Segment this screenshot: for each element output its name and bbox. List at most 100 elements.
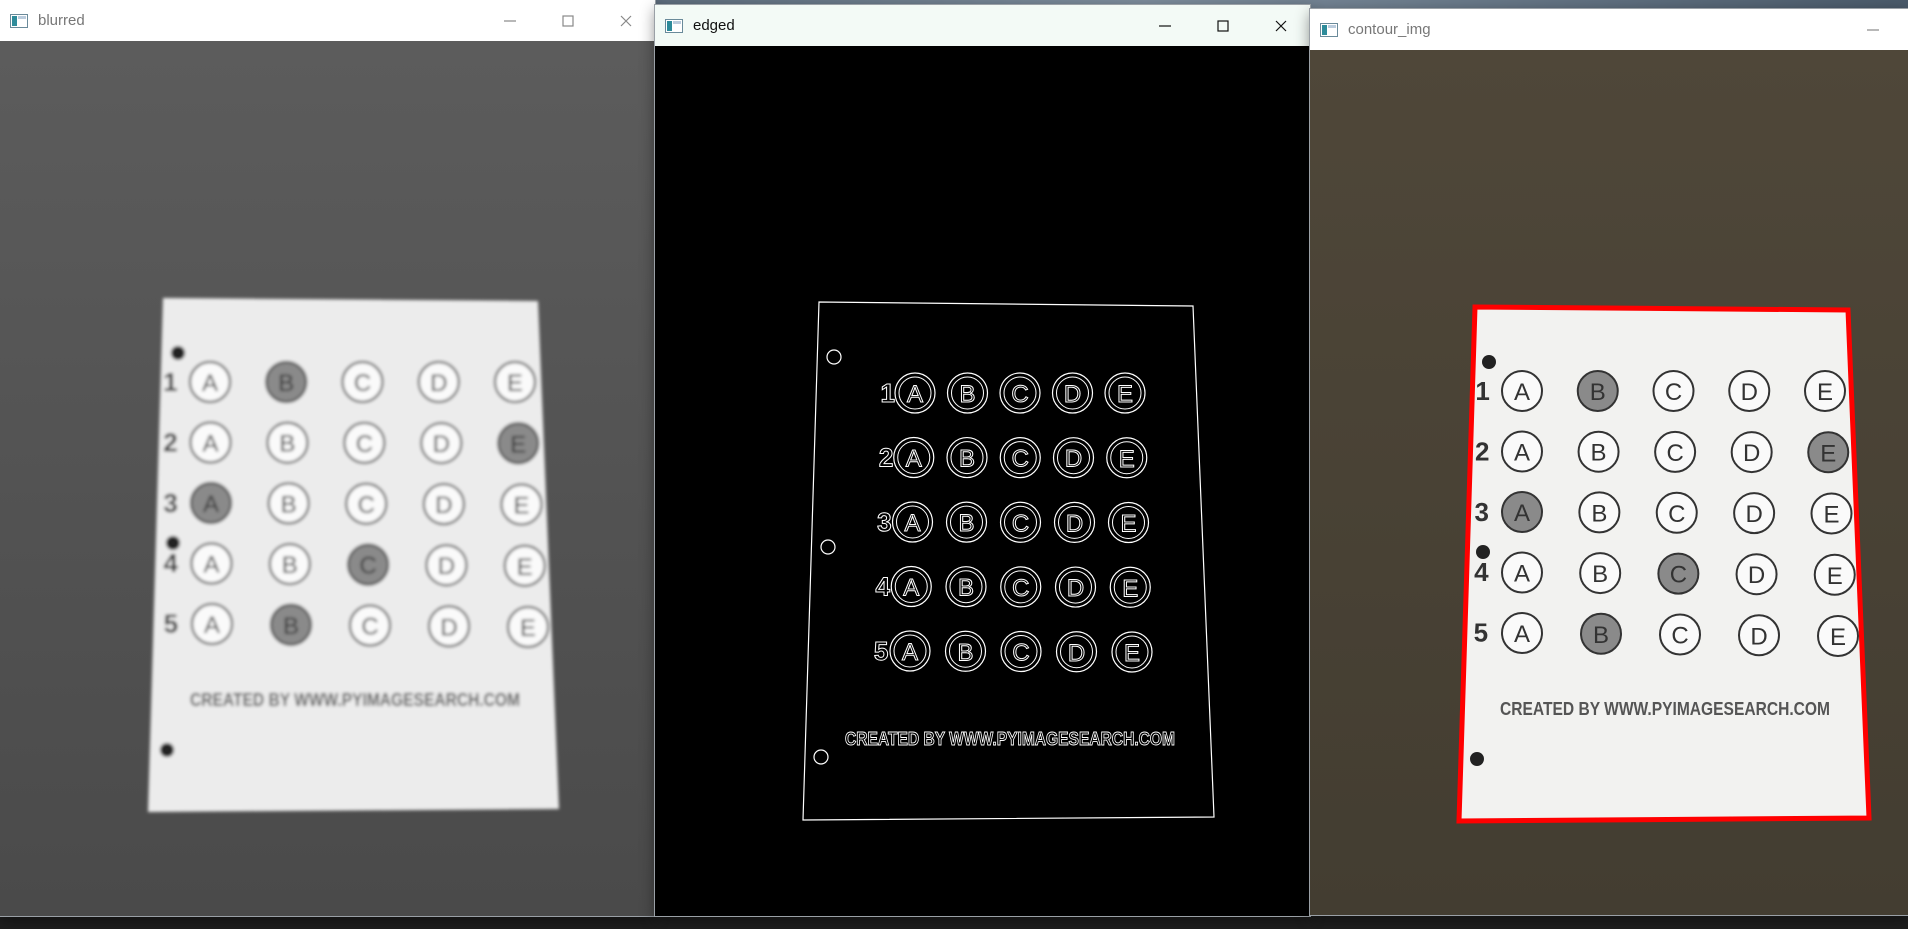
punch-hole [1470, 752, 1484, 766]
bubble-letter: B [281, 491, 297, 518]
titlebar[interactable]: edged [655, 5, 1310, 46]
row-number: 4 [876, 571, 891, 601]
row-number: 5 [1474, 618, 1488, 648]
bubble-letter: C [1012, 510, 1029, 537]
titlebar[interactable]: contour_img [1310, 9, 1908, 50]
bubble-letter: D [1068, 640, 1085, 667]
row-number: 4 [1474, 557, 1489, 587]
row-number: 4 [164, 548, 179, 578]
image-canvas-blurred: 1 A B C D E 2 A B C D E 3 A B C D E 4 A B C D E 5 A B C D E CREATED BY… [0, 41, 655, 916]
close-button[interactable] [1252, 5, 1310, 46]
bubble-letter: B [1591, 440, 1607, 467]
row-number: 3 [163, 488, 177, 518]
row-number: 5 [164, 609, 178, 639]
bubble-letter: B [959, 381, 975, 408]
row-number: 5 [874, 636, 888, 666]
minimize-button[interactable] [1136, 5, 1194, 46]
maximize-button[interactable] [1194, 5, 1252, 46]
bubble-letter: E [507, 370, 523, 397]
bubble-letter: B [1592, 561, 1608, 588]
bubble-letter: E [513, 493, 529, 520]
edged-background [655, 46, 1310, 916]
bubble-letter: C [1670, 562, 1687, 589]
minimize-icon [1159, 24, 1171, 27]
maximize-icon [562, 14, 574, 27]
bubble-letter: A [1514, 440, 1530, 467]
bubble-letter: C [1666, 440, 1683, 467]
bubble-letter: B [958, 510, 974, 537]
bubble-letter: A [904, 510, 920, 537]
bubble-letter: D [1743, 440, 1760, 467]
window-title: blurred [38, 12, 85, 29]
window-blurred[interactable]: blurred 1 A B C D E 2 A B C D E 3 A B C D E 4 A B C D E 5 A B C D E CR… [0, 0, 655, 916]
bubble-letter: D [440, 614, 457, 641]
row-number: 2 [163, 427, 177, 457]
bubble-letter: D [438, 553, 455, 580]
image-canvas-contour: 1 A B C D E 2 A B C D E 3 A B C D E 4 A B C D E 5 A B C D E CREATED BY… [1310, 50, 1908, 915]
bubble-letter: E [1124, 640, 1140, 667]
bubble-letter: A [1514, 621, 1530, 648]
close-icon [620, 15, 632, 26]
bubble-letter: E [1117, 381, 1133, 408]
bubble-letter: A [906, 446, 922, 473]
contour-answer-sheet: 1 A B C D E2 A B C D E3 A B C D E4 A B C D E5 A B C D ECREATED BY… [1456, 304, 1872, 824]
bubble-letter: A [202, 370, 218, 397]
bubble-letter: D [1748, 562, 1765, 589]
bubble-letter: D [1065, 446, 1082, 473]
row-number: 3 [877, 507, 891, 537]
bubble-letter: E [1820, 440, 1836, 467]
punch-hole [1482, 355, 1496, 369]
bubble-letter: C [361, 614, 378, 641]
minimize-button[interactable] [481, 0, 539, 41]
bubble-letter: D [1750, 623, 1767, 650]
opencv-window-icon [665, 18, 683, 33]
window-edged[interactable]: edged 1 A B C D E 2 A B C D E 3 A B C D E 4 A B C D E 5 A B C D E CREA… [655, 5, 1310, 916]
bubble-letter: E [1122, 575, 1138, 602]
row-number: 3 [1475, 497, 1489, 527]
bubble-letter: B [1593, 622, 1609, 649]
bubble-letter: C [354, 370, 371, 397]
bubble-letter: A [203, 552, 219, 579]
titlebar[interactable]: blurred [0, 0, 655, 41]
bubble-letter: D [1064, 381, 1081, 408]
bubble-letter: B [283, 613, 299, 640]
window-title: contour_img [1348, 21, 1431, 38]
bubble-letter: B [958, 575, 974, 602]
maximize-button[interactable] [539, 0, 597, 41]
maximize-icon [1217, 19, 1229, 32]
row-number: 1 [163, 367, 177, 397]
sheet-footer: CREATED BY WWW.PYIMAGESEARCH.COM [1500, 699, 1830, 719]
bubble-letter: A [903, 575, 919, 602]
bubble-letter: B [279, 431, 295, 458]
punch-hole [160, 743, 174, 757]
window-contour-img[interactable]: contour_img 1ABCDE2ABCDE3ABCDE4ABCDE5ABC… [1310, 9, 1908, 915]
image-canvas-edged: 1 A B C D E 2 A B C D E 3 A B C D E 4 A B C D E 5 A B C D E CREATED BY… [655, 46, 1310, 916]
row-number: 1 [1475, 376, 1489, 406]
close-button[interactable] [597, 0, 655, 41]
bubble-letter: A [203, 491, 219, 518]
row-number: 2 [1475, 436, 1489, 466]
bubble-letter: E [517, 554, 533, 581]
bubble-letter: E [1119, 446, 1135, 473]
bubble-letter: A [1514, 379, 1530, 406]
bubble-letter: A [202, 431, 218, 458]
bubble-letter: D [430, 370, 447, 397]
bubble-letter: B [957, 639, 973, 666]
minimize-icon [1867, 28, 1879, 31]
bubble-letter: C [1671, 623, 1688, 650]
bubble-letter: C [1665, 379, 1682, 406]
bubble-letter: E [1817, 379, 1833, 406]
minimize-button[interactable] [1844, 9, 1902, 50]
bubble-letter: E [510, 431, 526, 458]
bubble-letter: B [959, 446, 975, 473]
window-title: edged [693, 17, 735, 34]
bubble-letter: E [1120, 511, 1136, 538]
close-icon [1275, 20, 1287, 31]
bubble-letter: C [356, 431, 373, 458]
bubble-letter: E [1827, 563, 1843, 590]
bubble-letter: A [1514, 561, 1530, 588]
row-number: 2 [879, 442, 893, 472]
minimize-icon [504, 19, 516, 22]
maximize-button[interactable] [1902, 9, 1908, 50]
bubble-letter: C [1011, 381, 1028, 408]
